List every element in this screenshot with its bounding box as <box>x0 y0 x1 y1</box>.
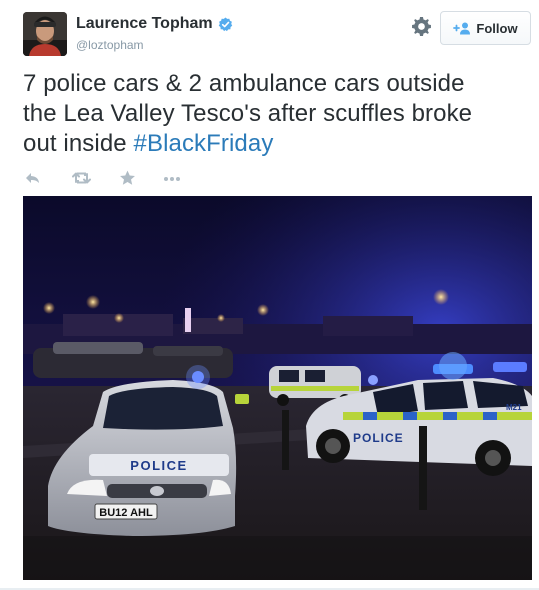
right-car-livery: POLICE <box>353 431 404 445</box>
more-dots-icon[interactable] <box>163 168 181 188</box>
tweet-text-line-3: out inside <box>23 130 134 157</box>
favorite-star-icon[interactable] <box>119 168 136 188</box>
follow-button-label: Follow <box>476 20 518 36</box>
author-handle[interactable]: @loztopham <box>76 38 144 52</box>
hashtag-link[interactable]: #BlackFriday <box>134 130 274 157</box>
reply-icon[interactable] <box>25 168 41 188</box>
user-avatar-icon <box>23 12 67 56</box>
add-user-icon <box>453 22 471 35</box>
author-name[interactable]: Laurence Topham <box>76 15 213 33</box>
number-plate: BU12 AHL <box>99 507 153 519</box>
tweet-text-line-1: 7 police cars & 2 ambulance cars outside <box>23 70 465 97</box>
retweet-icon[interactable] <box>72 168 91 188</box>
tweet-card: Laurence Topham @loztopham Follow 7 poli… <box>0 0 539 590</box>
tweet-text-line-2: the Lea Valley Tesco's after scuffles br… <box>23 100 473 127</box>
gear-icon[interactable] <box>411 16 432 37</box>
front-car-livery: POLICE <box>130 458 187 473</box>
verified-badge-icon <box>218 17 233 32</box>
author-avatar[interactable] <box>23 12 67 56</box>
follow-button[interactable]: Follow <box>440 11 531 45</box>
night-police-scene-image: POLICE M21 POLICE BU12 AHL <box>23 196 532 580</box>
tweet-actions <box>23 168 223 188</box>
vehicle-marking: M21 <box>506 403 522 412</box>
tweet-photo[interactable]: POLICE M21 POLICE BU12 AHL <box>23 196 532 580</box>
tweet-text: 7 police cars & 2 ambulance cars outside… <box>23 69 523 159</box>
